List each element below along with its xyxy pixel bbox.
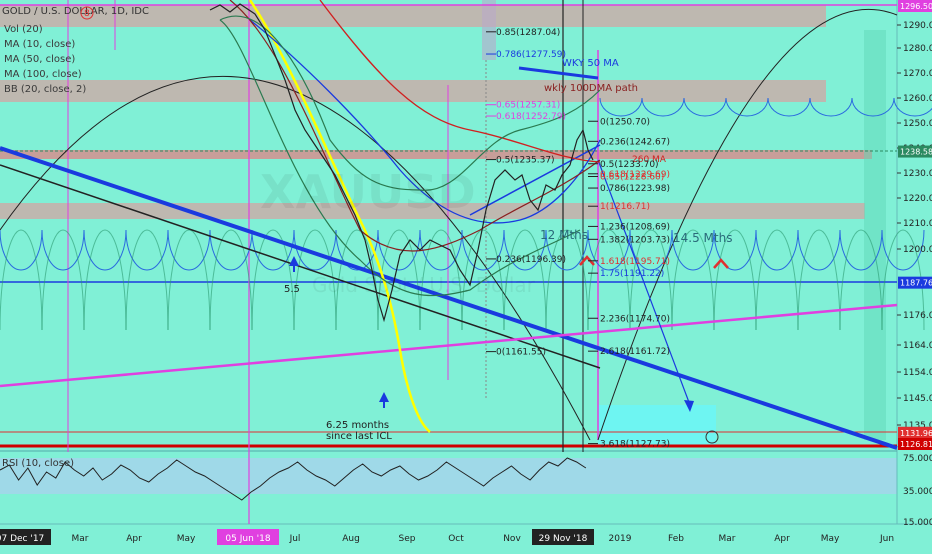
rsi-tick-label: 35.0000: [903, 487, 932, 497]
price-tick-label: 1290.00: [903, 21, 932, 31]
price-tick-label: 1220.00: [903, 194, 932, 204]
indicator-legend-item: Vol (20): [4, 24, 43, 35]
indicator-legend-item: MA (100, close): [4, 69, 82, 80]
annotation-12-mths: 12 Mths: [540, 228, 588, 242]
fib-level-label: 1(1216.71): [600, 202, 650, 212]
annotation-since-last-icl: since last ICL: [326, 431, 392, 442]
fib-level-label: 0.5(1233.70): [600, 160, 659, 170]
indicator-legend-item: BB (20, close, 2): [4, 84, 86, 95]
time-tick-label: Mar: [72, 534, 89, 544]
annotation-5-5: 5.5: [284, 284, 300, 295]
rsi-tick-label: 15.0000: [903, 518, 932, 528]
fib-level-label: 0.85(1287.04): [496, 28, 560, 38]
price-badge-label: 1187.76: [900, 279, 932, 288]
price-badge-label: 1131.96: [900, 429, 932, 438]
annotation-6-25-months: 6.25 months: [326, 420, 389, 431]
fib-level-label: 0.5(1235.37): [496, 156, 555, 166]
time-tick-label: Nov: [503, 534, 521, 544]
price-tick-label: 1210.00: [903, 219, 932, 229]
fib-level-label: 0.65(1257.31): [496, 101, 560, 111]
fib-level-label: 0.786(1223.98): [600, 184, 670, 194]
time-tick-label: Mar: [719, 534, 736, 544]
time-tick-label: Oct: [448, 534, 464, 544]
fib-level-label: 3.618(1127.73): [600, 440, 670, 450]
fib-level-label: 0.618(1252.79): [496, 112, 566, 122]
price-tick-label: 1176.00: [903, 311, 932, 321]
time-tick-label: Jun: [879, 534, 894, 544]
time-tick-label: May: [821, 534, 840, 544]
fib-level-label: 1.75(1191.22): [600, 269, 664, 279]
price-tick-label: 1164.00: [903, 341, 932, 351]
rsi-tick-label: 75.0000: [903, 454, 932, 464]
price-tick-label: 1200.00: [903, 245, 932, 255]
price-badge-label: 1238.58: [900, 148, 932, 157]
watermark-subtitle: Gold Spot / U.S. Dollar: [312, 273, 536, 297]
symbol-title: GOLD / U.S. DOLLAR, 1D, IDC: [2, 6, 149, 17]
time-tick-label: Feb: [668, 534, 684, 544]
time-tick-label: Aug: [342, 534, 360, 544]
time-tick-label: 07 Dec '17: [0, 534, 44, 544]
header-badge-text: 8: [84, 9, 90, 19]
time-tick-label: May: [177, 534, 196, 544]
indicator-legend-item: MA (10, close): [4, 39, 75, 50]
price-badge-label: 1296.50: [900, 2, 932, 11]
price-tick-label: 1154.00: [903, 368, 932, 378]
fib-level-label: 2.618(1161.72): [600, 347, 670, 357]
time-tick-label: Jul: [289, 534, 301, 544]
time-tick-label: 05 Jun '18: [225, 534, 270, 544]
time-tick-label: 29 Nov '18: [539, 534, 588, 544]
resistance-zone-1260: [0, 80, 826, 102]
watermark-symbol: XAUUSD: [260, 165, 476, 219]
fib-level-label: 0(1250.70): [600, 117, 650, 127]
time-tick-label: 2019: [609, 534, 632, 544]
fib-level-label: 0.786(1277.59): [496, 50, 566, 60]
price-tick-label: 1145.00: [903, 394, 932, 404]
rsi-legend: RSI (10, close): [2, 458, 74, 469]
fib-level-label: 0.65(1228.60): [600, 173, 664, 183]
price-tick-label: 1270.00: [903, 69, 932, 79]
annotation-wkly-100dma: wkly 100DMA path: [544, 83, 638, 94]
time-tick-label: Apr: [774, 534, 790, 544]
fib-level-label: 0.236(1196.39): [496, 255, 566, 265]
fib-level-label: 0(1161.55): [496, 348, 546, 358]
fib-level-label: 2.236(1174.70): [600, 314, 670, 324]
time-tick-label: Apr: [126, 534, 142, 544]
main-pane: [0, 0, 932, 450]
indicator-legend-item: MA (50, close): [4, 54, 75, 65]
price-badge-label: 1126.81: [900, 440, 932, 449]
price-tick-label: 1250.00: [903, 119, 932, 129]
price-tick-label: 1260.00: [903, 94, 932, 104]
price-tick-label: 1230.00: [903, 169, 932, 179]
fib-level-label: 1.618(1195.71): [600, 257, 670, 267]
price-chart[interactable]: XAUUSD Gold Spot / U.S. Dollar GOLD / U.…: [0, 0, 932, 550]
annotation-14-5-mths: 14.5 Mths: [673, 231, 732, 245]
fib-level-label: 1.382(1203.73): [600, 235, 670, 245]
price-tick-label: 1280.00: [903, 44, 932, 54]
fib-level-label: 1.236(1208.69): [600, 222, 670, 232]
fib-level-label: 0.236(1242.67): [600, 137, 670, 147]
fib-column: [482, 0, 496, 60]
chart-stage[interactable]: XAUUSD Gold Spot / U.S. Dollar GOLD / U.…: [0, 0, 932, 550]
time-tick-label: Sep: [399, 534, 416, 544]
annotation-wky-50-ma: WKY 50 MA: [562, 58, 619, 69]
